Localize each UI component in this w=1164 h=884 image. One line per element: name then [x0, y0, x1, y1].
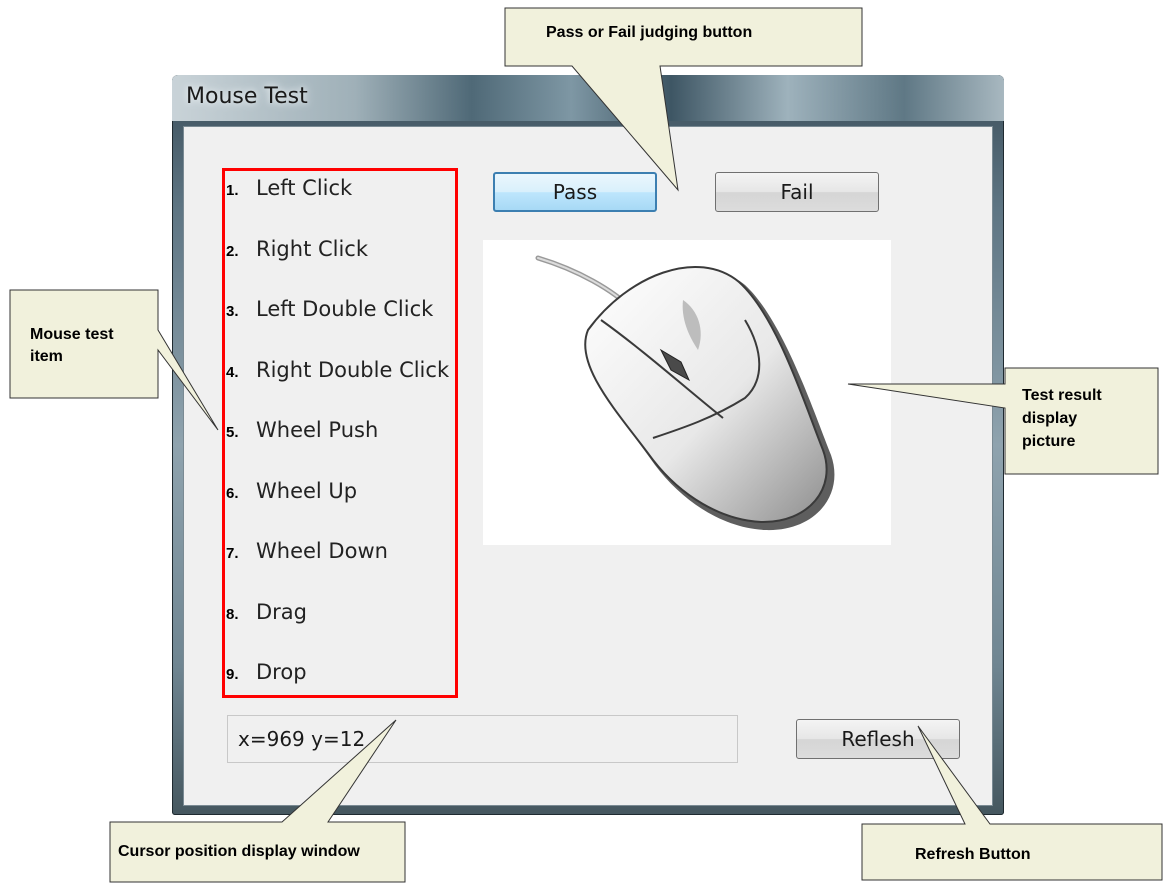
test-item-number: 9.: [226, 666, 239, 683]
cursor-position-text: x=969 y=12: [238, 727, 366, 751]
test-item-drag: 8. Drag: [226, 600, 307, 630]
pass-button[interactable]: Pass: [493, 172, 657, 212]
test-item-number: 8.: [226, 606, 239, 623]
test-item-wheel-up: 6. Wheel Up: [226, 479, 357, 509]
window-title: Mouse Test: [186, 84, 308, 109]
callout-items-label-2: item: [30, 348, 63, 365]
test-item-label: Drop: [256, 660, 307, 684]
test-item-left-double-click: 3. Left Double Click: [226, 297, 433, 327]
test-item-number: 1.: [226, 182, 239, 199]
test-item-label: Wheel Push: [256, 418, 379, 442]
fail-button[interactable]: Fail: [715, 172, 879, 212]
test-item-wheel-push: 5. Wheel Push: [226, 418, 378, 448]
callout-result-label-2: display: [1022, 410, 1078, 427]
test-item-number: 7.: [226, 545, 239, 562]
test-item-label: Left Double Click: [256, 297, 434, 321]
callout-judging-label: Pass or Fail judging button: [546, 24, 753, 41]
test-item-number: 6.: [226, 485, 239, 502]
test-item-number: 4.: [226, 364, 239, 381]
test-item-label: Right Double Click: [256, 358, 450, 382]
computer-mouse-icon: [535, 255, 835, 531]
callout-cursor-label: Cursor position display window: [118, 843, 360, 860]
callout-items-label-1: Mouse test: [30, 326, 114, 343]
test-item-drop: 9. Drop: [226, 660, 307, 690]
test-item-number: 2.: [226, 243, 239, 260]
test-item-wheel-down: 7. Wheel Down: [226, 539, 388, 569]
callout-refresh-label: Refresh Button: [915, 846, 1031, 863]
test-item-label: Left Click: [256, 176, 353, 200]
test-item-label: Right Click: [256, 237, 369, 261]
test-result-picture: [483, 240, 891, 545]
cursor-position-display: x=969 y=12: [227, 715, 738, 763]
test-item-label: Drag: [256, 600, 308, 624]
test-item-right-click: 2. Right Click: [226, 237, 368, 267]
callout-result-label-1: Test result: [1022, 387, 1102, 404]
test-item-left-click: 1. Left Click: [226, 176, 352, 206]
test-item-label: Wheel Up: [256, 479, 358, 503]
test-item-label: Wheel Down: [256, 539, 388, 563]
refresh-button[interactable]: Reflesh: [796, 719, 960, 759]
test-item-right-double-click: 4. Right Double Click: [226, 358, 449, 388]
callout-result-label-3: picture: [1022, 433, 1076, 450]
test-item-number: 3.: [226, 303, 239, 320]
test-item-number: 5.: [226, 424, 239, 441]
